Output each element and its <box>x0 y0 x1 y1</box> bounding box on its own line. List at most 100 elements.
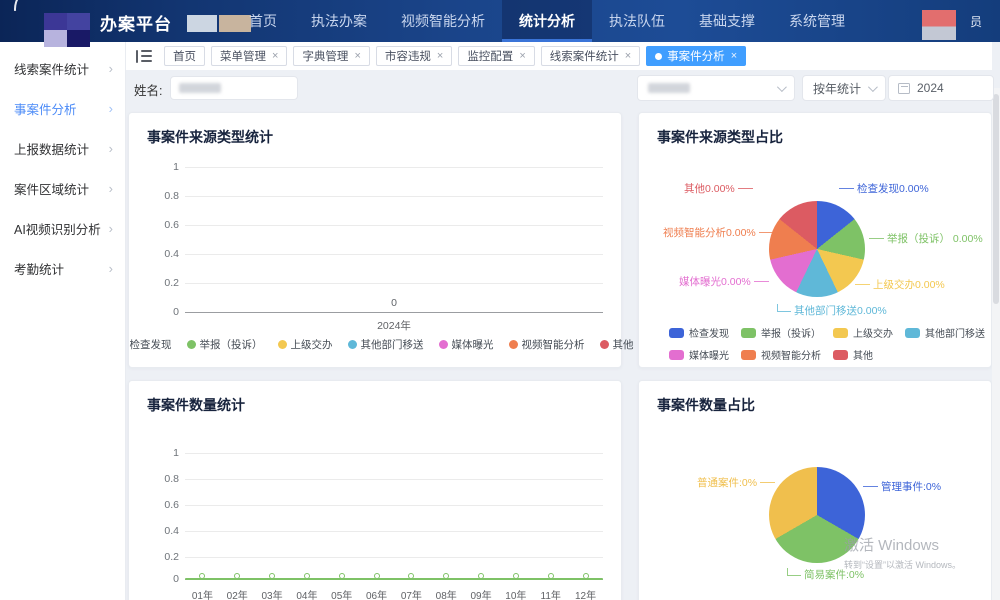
chevron-right-icon: › <box>108 220 113 236</box>
y-tick: 1 <box>173 161 179 173</box>
nav-item-basic-support[interactable]: 基础支撑 <box>682 0 772 42</box>
pie-callout-media: 媒体曝光0.00% <box>679 274 769 289</box>
nav-item-system-management[interactable]: 系统管理 <box>772 0 862 42</box>
stat-mode-select[interactable]: 按年统计 <box>802 75 886 101</box>
app-root: 办案平台 首页 执法办案 视频智能分析 统计分析 执法队伍 基础支撑 系统管理 … <box>0 0 1000 600</box>
pie-callout-superior: 上级交办0.00% <box>855 277 945 292</box>
legend-item[interactable]: 举报（投诉） <box>741 325 821 340</box>
nav-item-home[interactable]: 首页 <box>232 0 294 42</box>
chart-title: 事案件来源类型占比 <box>657 129 783 145</box>
legend-item[interactable]: 举报（投诉） <box>186 337 263 352</box>
data-point[interactable] <box>512 573 519 579</box>
close-tab-icon[interactable]: × <box>625 50 631 62</box>
legend-item[interactable]: 上级交办 <box>277 337 333 352</box>
y-tick: 0 <box>173 573 179 585</box>
sidebar-item-case-analysis[interactable]: 事案件分析 › <box>0 88 125 128</box>
tab-home[interactable]: 首页 <box>164 46 205 66</box>
sidebar-item-case-region-stats[interactable]: 案件区域统计 › <box>0 168 125 208</box>
sidebar: 线索案件统计 › 事案件分析 › 上报数据统计 › 案件区域统计 › AI视频识别分析 ›… <box>0 42 126 600</box>
legend-item[interactable]: 媒体曝光 <box>438 337 494 352</box>
close-tab-icon[interactable]: × <box>437 50 443 62</box>
x-tick: 2024年 <box>377 320 411 332</box>
close-tab-icon[interactable]: × <box>731 50 737 62</box>
legend-item[interactable]: 检查发现 <box>669 325 729 340</box>
chevron-right-icon: › <box>108 180 113 196</box>
year-date-picker[interactable]: 2024 <box>888 75 994 101</box>
data-point[interactable] <box>408 573 415 579</box>
nav-item-statistics[interactable]: 统计分析 <box>502 0 592 42</box>
username-text[interactable]: 员 <box>970 13 982 30</box>
x-tick: 12年 <box>574 591 597 600</box>
tab-case-analysis[interactable]: 事案件分析 × <box>646 46 747 66</box>
data-point[interactable] <box>478 573 485 579</box>
chart-legend: 检查发现 举报（投诉） 上级交办 其他部门移送 媒体曝光 视频智能分析 其他 <box>116 337 634 352</box>
chevron-down-icon <box>776 81 787 92</box>
sidebar-item-clue-case-stats[interactable]: 线索案件统计 › <box>0 48 125 88</box>
y-tick: 0.4 <box>164 248 179 260</box>
y-tick: 1 <box>173 447 179 459</box>
nav-item-teams[interactable]: 执法队伍 <box>592 0 682 42</box>
sidebar-item-ai-video-analysis[interactable]: AI视频识别分析 › <box>0 208 125 248</box>
x-tick: 06年 <box>365 591 388 600</box>
sidebar-item-report-data-stats[interactable]: 上报数据统计 › <box>0 128 125 168</box>
data-point[interactable] <box>338 573 345 579</box>
bar-value-label: 0 <box>391 297 397 309</box>
chevron-down-icon <box>867 81 878 92</box>
x-tick: 07年 <box>400 591 422 600</box>
scrollbar-thumb[interactable] <box>993 94 999 304</box>
data-point[interactable] <box>373 573 380 579</box>
data-point[interactable] <box>234 573 241 579</box>
redacted-text <box>179 83 221 93</box>
data-point[interactable] <box>547 573 554 579</box>
data-point[interactable] <box>303 573 310 579</box>
top-navbar: 办案平台 首页 执法办案 视频智能分析 统计分析 执法队伍 基础支撑 系统管理 … <box>0 0 1000 47</box>
data-point[interactable] <box>269 573 276 579</box>
data-point[interactable] <box>582 573 589 579</box>
legend-item[interactable]: 其他 <box>599 337 634 352</box>
x-tick: 03年 <box>261 591 283 600</box>
x-tick: 01年 <box>191 591 213 600</box>
tab-clue-case-stats[interactable]: 线索案件统计 × <box>540 46 641 66</box>
legend-item[interactable]: 媒体曝光 <box>669 347 729 362</box>
panel-quantity-pie: 事案件数量占比 普通案件:0% 管理事件:0% 简易案件:0% 激活 Windo… <box>638 380 992 600</box>
sidebar-item-attendance-stats[interactable]: 考勤统计 › <box>0 248 125 288</box>
legend-item[interactable]: 上级交办 <box>833 325 893 340</box>
collapse-menu-icon[interactable] <box>136 49 152 63</box>
y-tick: 0.2 <box>164 277 179 289</box>
legend-item[interactable]: 其他部门移送 <box>347 337 424 352</box>
nav-item-video-analysis[interactable]: 视频智能分析 <box>384 0 502 42</box>
data-point[interactable] <box>199 573 206 579</box>
filter-select[interactable] <box>637 75 795 101</box>
windows-activation-watermark: 激活 Windows 转到“设置”以激活 Windows。 <box>844 537 962 570</box>
x-tick: 08年 <box>435 591 457 600</box>
tab-dictionary-management[interactable]: 字典管理 × <box>293 46 370 66</box>
x-axis-labels: 01年 02年 03年 04年 05年 06年 07年 08年 09年 10年 11年 12… <box>185 587 603 600</box>
source-type-pie-chart[interactable] <box>769 201 865 297</box>
filter-bar: 姓名: 按年统计 2024 <box>126 70 994 106</box>
close-tab-icon[interactable]: × <box>272 50 278 62</box>
y-tick: 0.6 <box>164 499 179 511</box>
nav-item-law-enforcement[interactable]: 执法办案 <box>294 0 384 42</box>
close-tab-icon[interactable]: × <box>354 50 360 62</box>
tab-city-violations[interactable]: 市容违规 × <box>375 46 453 66</box>
line-markers <box>185 573 603 579</box>
legend-item[interactable]: 其他部门移送 <box>905 325 985 340</box>
tab-menu-management[interactable]: 菜单管理 × <box>211 46 288 66</box>
tab-monitor-config[interactable]: 监控配置 × <box>458 46 535 66</box>
logo-text-redacted <box>187 15 217 32</box>
pie-callout-other-dept: 其他部门移送0.00% <box>777 303 887 318</box>
data-point[interactable] <box>443 573 450 579</box>
x-tick: 10年 <box>505 591 527 600</box>
vertical-scrollbar[interactable] <box>992 88 1000 600</box>
x-tick: 05年 <box>331 591 353 600</box>
chevron-right-icon: › <box>108 260 113 276</box>
avatar[interactable] <box>921 10 956 40</box>
close-tab-icon[interactable]: × <box>519 50 525 62</box>
legend-item[interactable]: 其他 <box>833 347 873 362</box>
pie-callout-management-event: 管理事件:0% <box>863 479 941 494</box>
name-input[interactable] <box>170 76 298 100</box>
legend-item[interactable]: 视频智能分析 <box>741 347 821 362</box>
y-tick: 0 <box>173 306 179 318</box>
panel-source-type-pie: 事案件来源类型占比 其他0.00% 检查发现0.00% 视频智能分析0.00% … <box>638 112 992 368</box>
legend-item[interactable]: 视频智能分析 <box>508 337 585 352</box>
